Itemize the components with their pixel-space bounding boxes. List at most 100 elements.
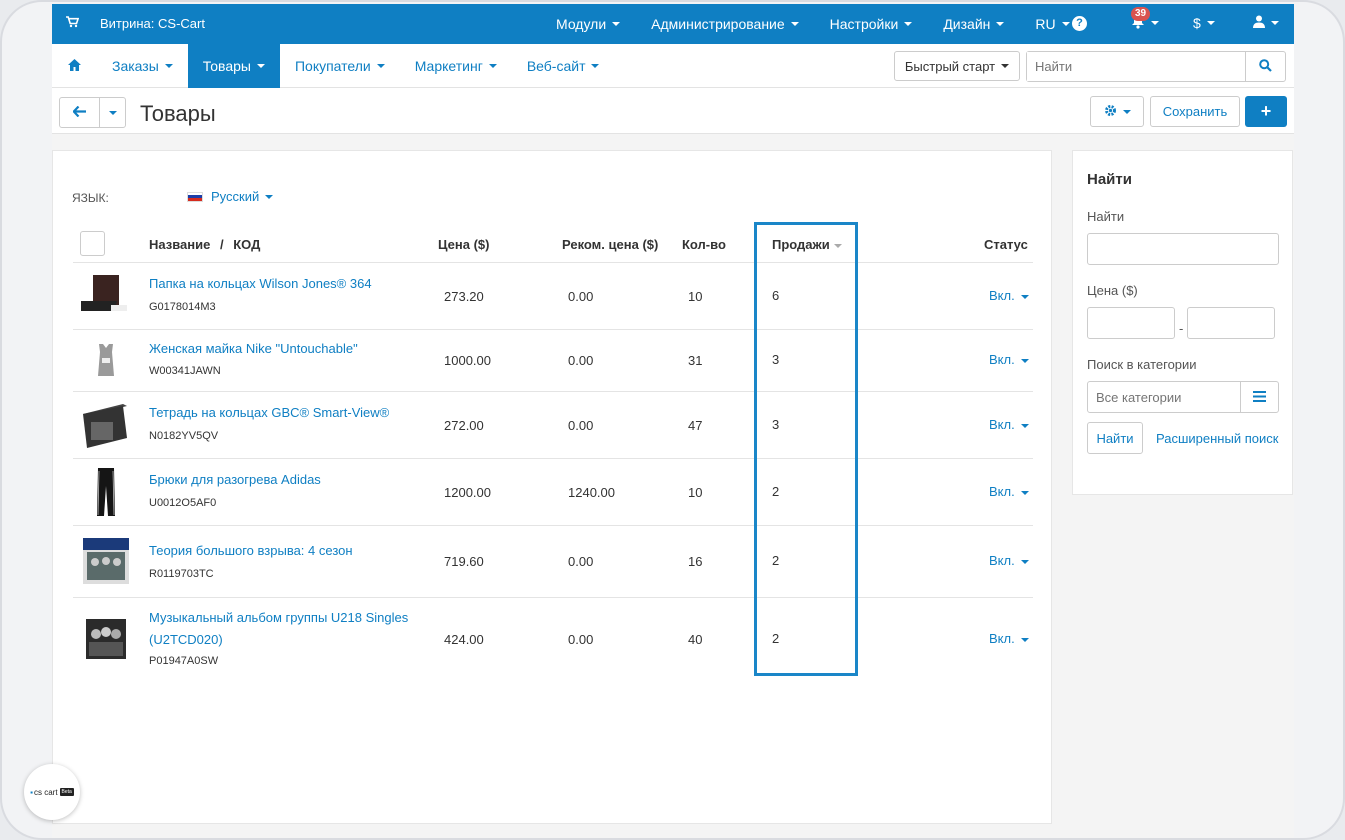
notifications-button[interactable]: 39 [1131,7,1159,32]
product-thumbnail[interactable] [81,400,131,450]
product-name-link[interactable]: Брюки для разогрева Adidas [149,469,419,491]
find-input[interactable] [1088,234,1278,264]
select-all-checkbox[interactable] [80,231,105,256]
category-list-button[interactable] [1240,382,1278,412]
product-price[interactable]: 424.00 [444,632,484,647]
status-dropdown[interactable]: Вкл. [989,288,1029,303]
back-button[interactable] [60,98,100,127]
sort-desc-icon [833,243,842,248]
product-thumbnail[interactable] [78,271,131,321]
product-thumbnail[interactable] [81,536,131,586]
add-product-button[interactable]: + [1245,96,1287,127]
column-code-label[interactable]: КОД [233,237,260,252]
chevron-down-icon [488,64,497,68]
find-button[interactable]: Найти [1087,422,1143,454]
product-list-price[interactable]: 0.00 [568,289,593,304]
product-thumbnail[interactable] [81,467,131,517]
column-name[interactable]: Название / КОД [149,237,260,252]
user-icon [1252,15,1265,31]
cart-logo-icon: ▪ [30,787,33,797]
product-quantity[interactable]: 31 [688,353,702,368]
back-history-dropdown[interactable] [100,98,125,127]
column-price[interactable]: Цена ($) [438,237,489,252]
product-list-price[interactable]: 0.00 [568,632,593,647]
column-name-label: Название [149,237,211,252]
product-name-link[interactable]: Теория большого взрыва: 4 сезон [149,540,419,562]
search-input[interactable] [1027,52,1245,81]
product-name-link[interactable]: Тетрадь на кольцах GBC® Smart-View® [149,402,419,424]
price-from-input[interactable] [1088,308,1174,338]
product-quantity[interactable]: 10 [688,289,702,304]
tab-products[interactable]: Товары [187,44,280,88]
chevron-down-icon [904,22,913,26]
status-dropdown[interactable]: Вкл. [989,553,1029,568]
column-quantity[interactable]: Кол-во [682,237,726,252]
arrow-left-icon [72,105,86,120]
sidebar-title: Найти [1087,171,1132,188]
status-dropdown[interactable]: Вкл. [989,417,1029,432]
currency-selector[interactable]: $ [1193,15,1215,31]
product-price[interactable]: 272.00 [444,418,484,433]
advanced-search-link[interactable]: Расширенный поиск [1156,431,1278,446]
home-link[interactable] [52,44,97,88]
product-price[interactable]: 1000.00 [444,353,491,368]
column-sales[interactable]: Продажи [772,237,842,252]
help-button[interactable]: ? [1072,15,1087,31]
menu-modules[interactable]: Модули [556,16,621,32]
language-selector[interactable]: Русский [187,189,274,204]
status-dropdown[interactable]: Вкл. [989,484,1029,499]
column-status[interactable]: Статус [984,237,1028,252]
product-thumbnail[interactable] [81,614,131,664]
product-sales: 6 [772,288,780,303]
product-list-price[interactable]: 1240.00 [568,485,615,500]
product-list-price[interactable]: 0.00 [568,418,593,433]
chevron-down-icon [1020,490,1029,495]
save-button[interactable]: Сохранить [1150,96,1240,127]
menu-settings[interactable]: Настройки [830,16,913,32]
table-row: Музыкальный альбом группы U218 Singles (… [73,598,1033,680]
product-quantity[interactable]: 16 [688,554,702,569]
price-to-input[interactable] [1188,308,1274,338]
menu-design[interactable]: Дизайн [943,16,1005,32]
product-quantity[interactable]: 10 [688,485,702,500]
tab-website[interactable]: Веб-сайт [512,44,615,88]
status-label: Вкл. [989,484,1015,499]
menu-design-label: Дизайн [943,16,991,32]
cs-cart-logo[interactable]: ▪ cs cart Beta [24,764,80,820]
tab-marketing[interactable]: Маркетинг [400,44,512,88]
product-list-price[interactable]: 0.00 [568,554,593,569]
chevron-down-icon [790,22,799,26]
product-price[interactable]: 1200.00 [444,485,491,500]
gear-icon [1104,104,1117,120]
product-name-link[interactable]: Женская майка Nike "Untouchable" [149,338,419,360]
user-menu[interactable] [1252,15,1279,31]
product-name-link[interactable]: Музыкальный альбом группы U218 Singles (… [149,607,419,651]
product-price[interactable]: 273.20 [444,289,484,304]
chevron-down-icon [996,22,1005,26]
menu-settings-label: Настройки [829,16,899,32]
storefront-link[interactable]: Витрина: CS-Cart [66,16,205,31]
tab-customers[interactable]: Покупатели [280,44,400,88]
chevron-down-icon [1122,109,1131,114]
settings-dropdown-button[interactable] [1090,96,1144,127]
chevron-down-icon [1061,22,1070,26]
product-name-link[interactable]: Папка на кольцах Wilson Jones® 364 [149,273,419,295]
find-field[interactable] [1087,233,1279,265]
search-button[interactable] [1245,52,1285,81]
price-from-field[interactable] [1087,307,1175,339]
column-list-price[interactable]: Реком. цена ($) [562,237,658,252]
product-quantity[interactable]: 47 [688,418,702,433]
product-thumbnail[interactable] [81,336,131,386]
price-to-field[interactable] [1187,307,1275,339]
product-quantity[interactable]: 40 [688,632,702,647]
status-dropdown[interactable]: Вкл. [989,631,1029,646]
menu-language[interactable]: RU [1035,16,1070,32]
tab-orders[interactable]: Заказы [97,44,188,88]
status-dropdown[interactable]: Вкл. [989,352,1029,367]
quickstart-button[interactable]: Быстрый старт [894,51,1020,81]
chevron-down-icon [1020,294,1029,299]
menu-administration[interactable]: Администрирование [651,16,799,32]
product-list-price[interactable]: 0.00 [568,353,593,368]
product-price[interactable]: 719.60 [444,554,484,569]
product-code: G0178014M3 [149,301,216,313]
